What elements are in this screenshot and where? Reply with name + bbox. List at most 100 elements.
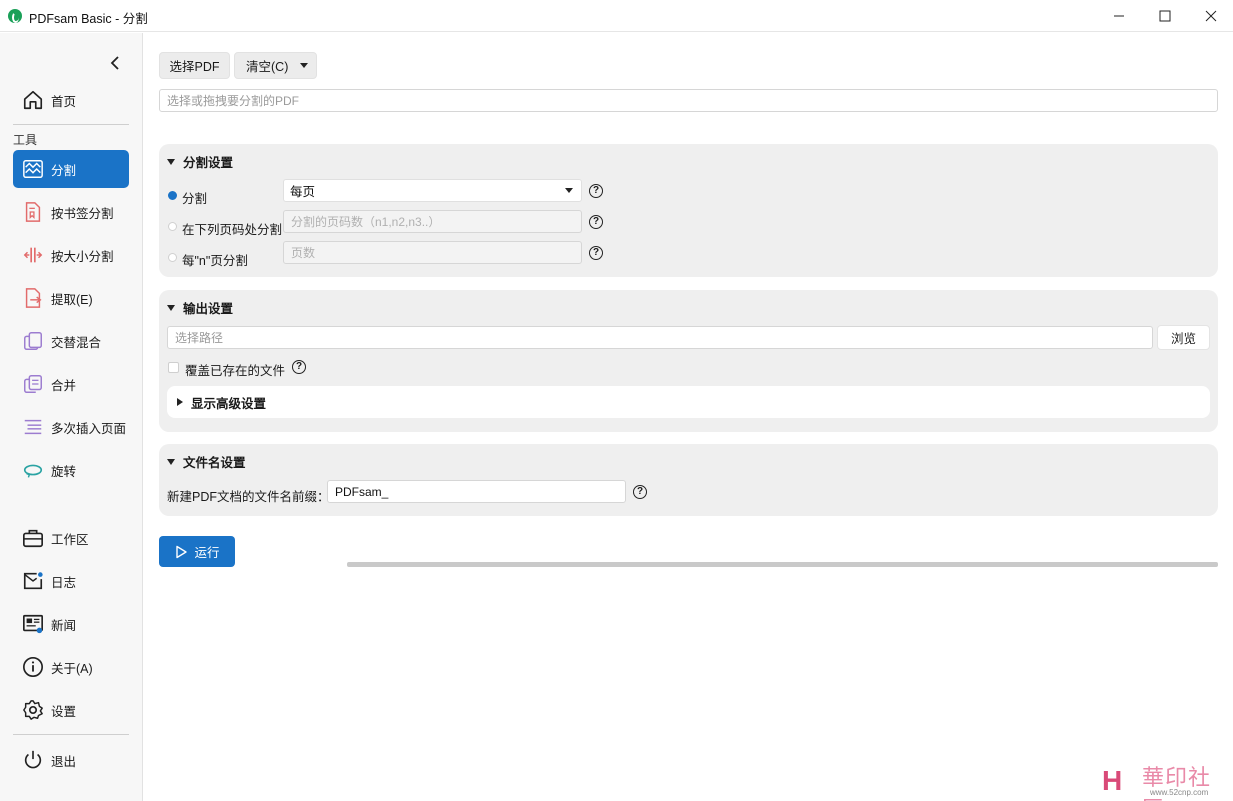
overwrite-checkbox[interactable]	[168, 362, 179, 373]
radio-split-label: 分割	[182, 192, 208, 206]
sidebar-item-label: 新闻	[51, 618, 77, 633]
window-title: PDFsam Basic - 分割	[29, 12, 148, 26]
advanced-settings-label: 显示高级设置	[191, 396, 267, 411]
output-path-input[interactable]: 选择路径	[167, 326, 1153, 349]
split-mode-select[interactable]: 每页	[283, 179, 582, 202]
watermark-logo-icon: H	[1102, 765, 1123, 796]
sidebar-item-split-size[interactable]: 按大小分割	[13, 236, 129, 274]
sidebar-item-label: 分割	[51, 163, 77, 178]
sidebar-item-label: 工作区	[51, 532, 89, 547]
sidebar-item-about[interactable]: 关于(A)	[13, 648, 129, 686]
title-bar: PDFsam Basic - 分割	[0, 0, 1233, 32]
help-icon[interactable]: ?	[589, 184, 603, 198]
sidebar-item-split[interactable]: 分割	[13, 150, 129, 188]
help-icon[interactable]: ?	[589, 215, 603, 229]
radio-split-at-pages-label: 在下列页码处分割	[182, 223, 283, 237]
output-settings-panel: 输出设置 选择路径 浏览 覆盖已存在的文件 ? 显示高级设置	[159, 290, 1218, 432]
power-icon	[21, 748, 45, 772]
sidebar-item-merge[interactable]: 合并	[13, 365, 129, 403]
chevron-down-icon	[167, 158, 175, 165]
log-mail-icon	[21, 569, 45, 593]
minimize-button[interactable]	[1096, 0, 1142, 32]
split-wave-icon	[21, 157, 45, 181]
section-title: 分割设置	[183, 156, 234, 170]
sidebar-item-split-bookmarks[interactable]: 按书签分割	[13, 193, 129, 231]
help-icon[interactable]: ?	[292, 360, 306, 374]
clear-label: 清空(C)	[246, 60, 289, 74]
sidebar-item-settings[interactable]: 设置	[13, 691, 129, 729]
pdf-file-input[interactable]: 选择或拖拽要分割的PDF	[159, 89, 1218, 112]
page-numbers-input[interactable]: 分割的页码数（n1,n2,n3..）	[283, 210, 582, 233]
help-icon[interactable]: ?	[633, 485, 647, 499]
split-settings-header[interactable]: 分割设置	[167, 152, 233, 171]
split-mode-value: 每页	[290, 185, 316, 199]
sidebar-item-label: 设置	[51, 704, 77, 719]
briefcase-icon	[21, 526, 45, 550]
collapse-sidebar-icon[interactable]	[108, 55, 124, 71]
main-content: 选择PDF 清空(C) 选择或拖拽要分割的PDF 分割设置 分割 每页 ? 在下…	[143, 33, 1233, 801]
browse-button[interactable]: 浏览	[1157, 325, 1210, 350]
chevron-down-icon	[565, 188, 573, 193]
sidebar-item-workspace[interactable]: 工作区	[13, 519, 129, 557]
divider	[13, 124, 129, 125]
alternate-mix-icon	[21, 329, 45, 353]
select-pdf-button[interactable]: 选择PDF	[159, 52, 230, 79]
output-settings-header[interactable]: 输出设置	[167, 298, 233, 317]
sidebar-item-alternate-mix[interactable]: 交替混合	[13, 322, 129, 360]
extract-icon	[21, 286, 45, 310]
sidebar-item-log[interactable]: 日志	[13, 562, 129, 600]
info-icon	[21, 655, 45, 679]
sidebar-item-label: 交替混合	[51, 335, 102, 350]
sidebar-item-insert-pages[interactable]: 多次插入页面	[13, 408, 129, 446]
radio-split-every-n-label: 每"n"页分割	[182, 254, 248, 268]
sidebar-item-label: 多次插入页面	[51, 421, 127, 436]
help-icon[interactable]: ?	[589, 246, 603, 260]
maximize-button[interactable]	[1142, 0, 1188, 32]
sidebar-item-label: 关于(A)	[51, 661, 93, 676]
sidebar-item-label: 按书签分割	[51, 206, 114, 221]
run-button[interactable]: 运行	[159, 536, 235, 567]
close-icon	[1205, 10, 1217, 22]
radio-split[interactable]	[168, 191, 177, 200]
split-settings-panel: 分割设置 分割 每页 ? 在下列页码处分割 分割的页码数（n1,n2,n3..）…	[159, 144, 1218, 277]
sidebar-item-news[interactable]: 新闻	[13, 605, 129, 643]
bookmark-split-icon	[21, 200, 45, 224]
maximize-icon	[1159, 10, 1171, 22]
chevron-right-icon	[177, 398, 183, 406]
sidebar-item-rotate[interactable]: 旋转	[13, 451, 129, 489]
radio-split-every-n[interactable]	[168, 253, 177, 262]
filename-settings-panel: 文件名设置 新建PDF文档的文件名前缀： PDFsam_ ?	[159, 444, 1218, 516]
gear-icon	[21, 698, 45, 722]
prefix-input[interactable]: PDFsam_	[327, 480, 626, 503]
tools-section-label: 工具	[13, 133, 38, 147]
merge-icon	[21, 372, 45, 396]
sidebar-item-extract[interactable]: 提取(E)	[13, 279, 129, 317]
size-split-icon	[21, 243, 45, 267]
news-icon	[21, 612, 45, 636]
overwrite-label: 覆盖已存在的文件	[185, 364, 286, 378]
sidebar-item-label: 退出	[51, 754, 77, 769]
sidebar-item-label: 首页	[51, 94, 77, 109]
progress-bar	[347, 562, 1218, 567]
sidebar-item-label: 按大小分割	[51, 249, 114, 264]
clear-button[interactable]: 清空(C)	[234, 52, 317, 79]
chevron-down-icon	[167, 458, 175, 465]
pdfsam-logo-icon	[8, 9, 22, 23]
page-count-input[interactable]: 页数	[283, 241, 582, 264]
sidebar-item-label: 日志	[51, 575, 77, 590]
prefix-label: 新建PDF文档的文件名前缀：	[167, 490, 330, 504]
rotate-icon	[21, 458, 45, 482]
chevron-down-icon	[167, 304, 175, 311]
section-title: 文件名设置	[183, 456, 246, 470]
minimize-icon	[1114, 15, 1124, 17]
sidebar-item-home[interactable]: 首页	[13, 81, 129, 119]
run-label: 运行	[194, 546, 220, 560]
filename-settings-header[interactable]: 文件名设置	[167, 452, 246, 471]
advanced-settings-toggle[interactable]: 显示高级设置	[167, 386, 1210, 418]
play-icon	[176, 545, 188, 558]
radio-split-at-pages[interactable]	[168, 222, 177, 231]
close-button[interactable]	[1188, 0, 1233, 32]
sidebar-item-label: 旋转	[51, 464, 77, 479]
sidebar-item-exit[interactable]: 退出	[13, 741, 129, 779]
chevron-down-icon[interactable]	[300, 63, 308, 68]
